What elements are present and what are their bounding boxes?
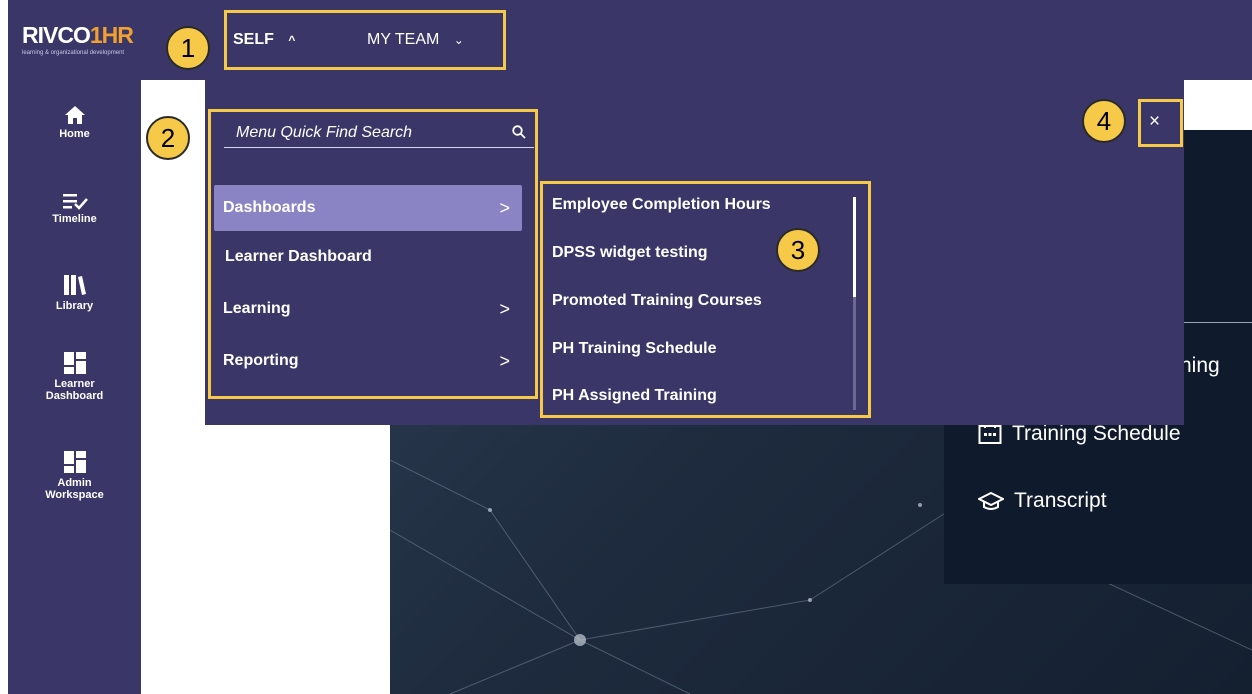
home-icon	[64, 106, 85, 124]
menu-item-label: Learning	[223, 300, 291, 317]
quick-link-label: ning	[1180, 354, 1220, 377]
callout-badge-2: 2	[146, 116, 190, 160]
callout-badge-4: 4	[1082, 99, 1126, 143]
chevron-up-icon: ^	[288, 33, 296, 47]
left-frame-edge	[0, 0, 8, 694]
logo-hr: 1HR	[89, 22, 134, 48]
chevron-right-icon: >	[499, 198, 510, 218]
menu-item-label: Learner Dashboard	[225, 248, 372, 265]
menu-item-label: Reporting	[223, 352, 299, 369]
sidebar-item-label: Library	[55, 300, 94, 312]
logo-main: RIVCO	[22, 22, 91, 48]
chevron-down-icon: ⌄	[453, 33, 464, 47]
submenu-scrollbar-thumb[interactable]	[853, 197, 856, 297]
menu-search-input[interactable]	[224, 118, 534, 148]
sidebar-item-label: Home	[59, 128, 90, 140]
quick-link-training-schedule[interactable]: Training Schedule	[978, 422, 1181, 446]
calendar-icon	[978, 423, 1002, 445]
chevron-right-icon: >	[499, 299, 510, 319]
submenu-item-ph-assigned-training[interactable]: PH Assigned Training	[552, 387, 717, 405]
sidebar-item-library[interactable]: Library	[8, 273, 141, 312]
callout-badge-3: 3	[776, 228, 820, 272]
submenu-item-employee-completion-hours[interactable]: Employee Completion Hours	[552, 196, 771, 214]
menu-item-dashboards[interactable]: Dashboards >	[214, 185, 522, 231]
nav-self[interactable]: SELF ^	[233, 31, 295, 49]
submenu-item-ph-training-schedule[interactable]: PH Training Schedule	[552, 340, 716, 358]
library-icon	[63, 275, 86, 295]
sidebar-item-home[interactable]: Home	[8, 105, 141, 140]
logo-subtitle: learning & organizational development	[22, 50, 125, 56]
nav-my-team[interactable]: MY TEAM ⌄	[367, 31, 464, 49]
quick-link-training[interactable]: ning	[1180, 354, 1220, 378]
submenu-item-promoted-training-courses[interactable]: Promoted Training Courses	[552, 292, 762, 310]
sidebar-item-label: Admin Workspace	[45, 477, 104, 501]
callout-badge-1: 1	[166, 26, 210, 70]
nav-self-label: SELF	[233, 31, 274, 48]
close-highlight	[1138, 99, 1183, 147]
sidebar-item-admin-workspace[interactable]: Admin Workspace	[8, 450, 141, 501]
dashboard-icon	[63, 451, 86, 473]
sidebar-item-learner-dashboard[interactable]: Learner Dashboard	[8, 351, 141, 402]
quick-link-transcript[interactable]: Transcript	[978, 489, 1107, 513]
chevron-right-icon: >	[499, 351, 510, 371]
sidebar-item-label: Learner Dashboard	[45, 378, 104, 402]
close-button[interactable]: ×	[1149, 110, 1160, 134]
sidebar-item-label: Timeline	[52, 213, 97, 225]
dashboard-icon	[63, 352, 86, 374]
menu-item-learning[interactable]: Learning >	[214, 286, 522, 332]
top-nav-highlight: SELF ^ MY TEAM ⌄	[224, 10, 506, 70]
header-strip	[1184, 80, 1252, 130]
nav-my-team-label: MY TEAM	[367, 31, 440, 48]
submenu-item-dpss-widget-testing[interactable]: DPSS widget testing	[552, 244, 708, 262]
quick-link-label: Transcript	[1014, 489, 1107, 512]
menu-item-reporting[interactable]: Reporting >	[214, 338, 522, 384]
logo[interactable]: RIVCO1HR	[22, 22, 134, 49]
search-icon[interactable]	[512, 125, 526, 139]
menu-item-label: Dashboards	[223, 199, 316, 216]
sidebar-item-timeline[interactable]: Timeline	[8, 192, 141, 225]
sidebar: Home Timeline Library Learner Dashboard	[8, 80, 141, 694]
quick-link-label: Training Schedule	[1012, 422, 1181, 445]
menu-item-learner-dashboard[interactable]: Learner Dashboard	[214, 234, 522, 280]
graduation-cap-icon	[978, 492, 1004, 511]
timeline-icon	[62, 194, 88, 210]
